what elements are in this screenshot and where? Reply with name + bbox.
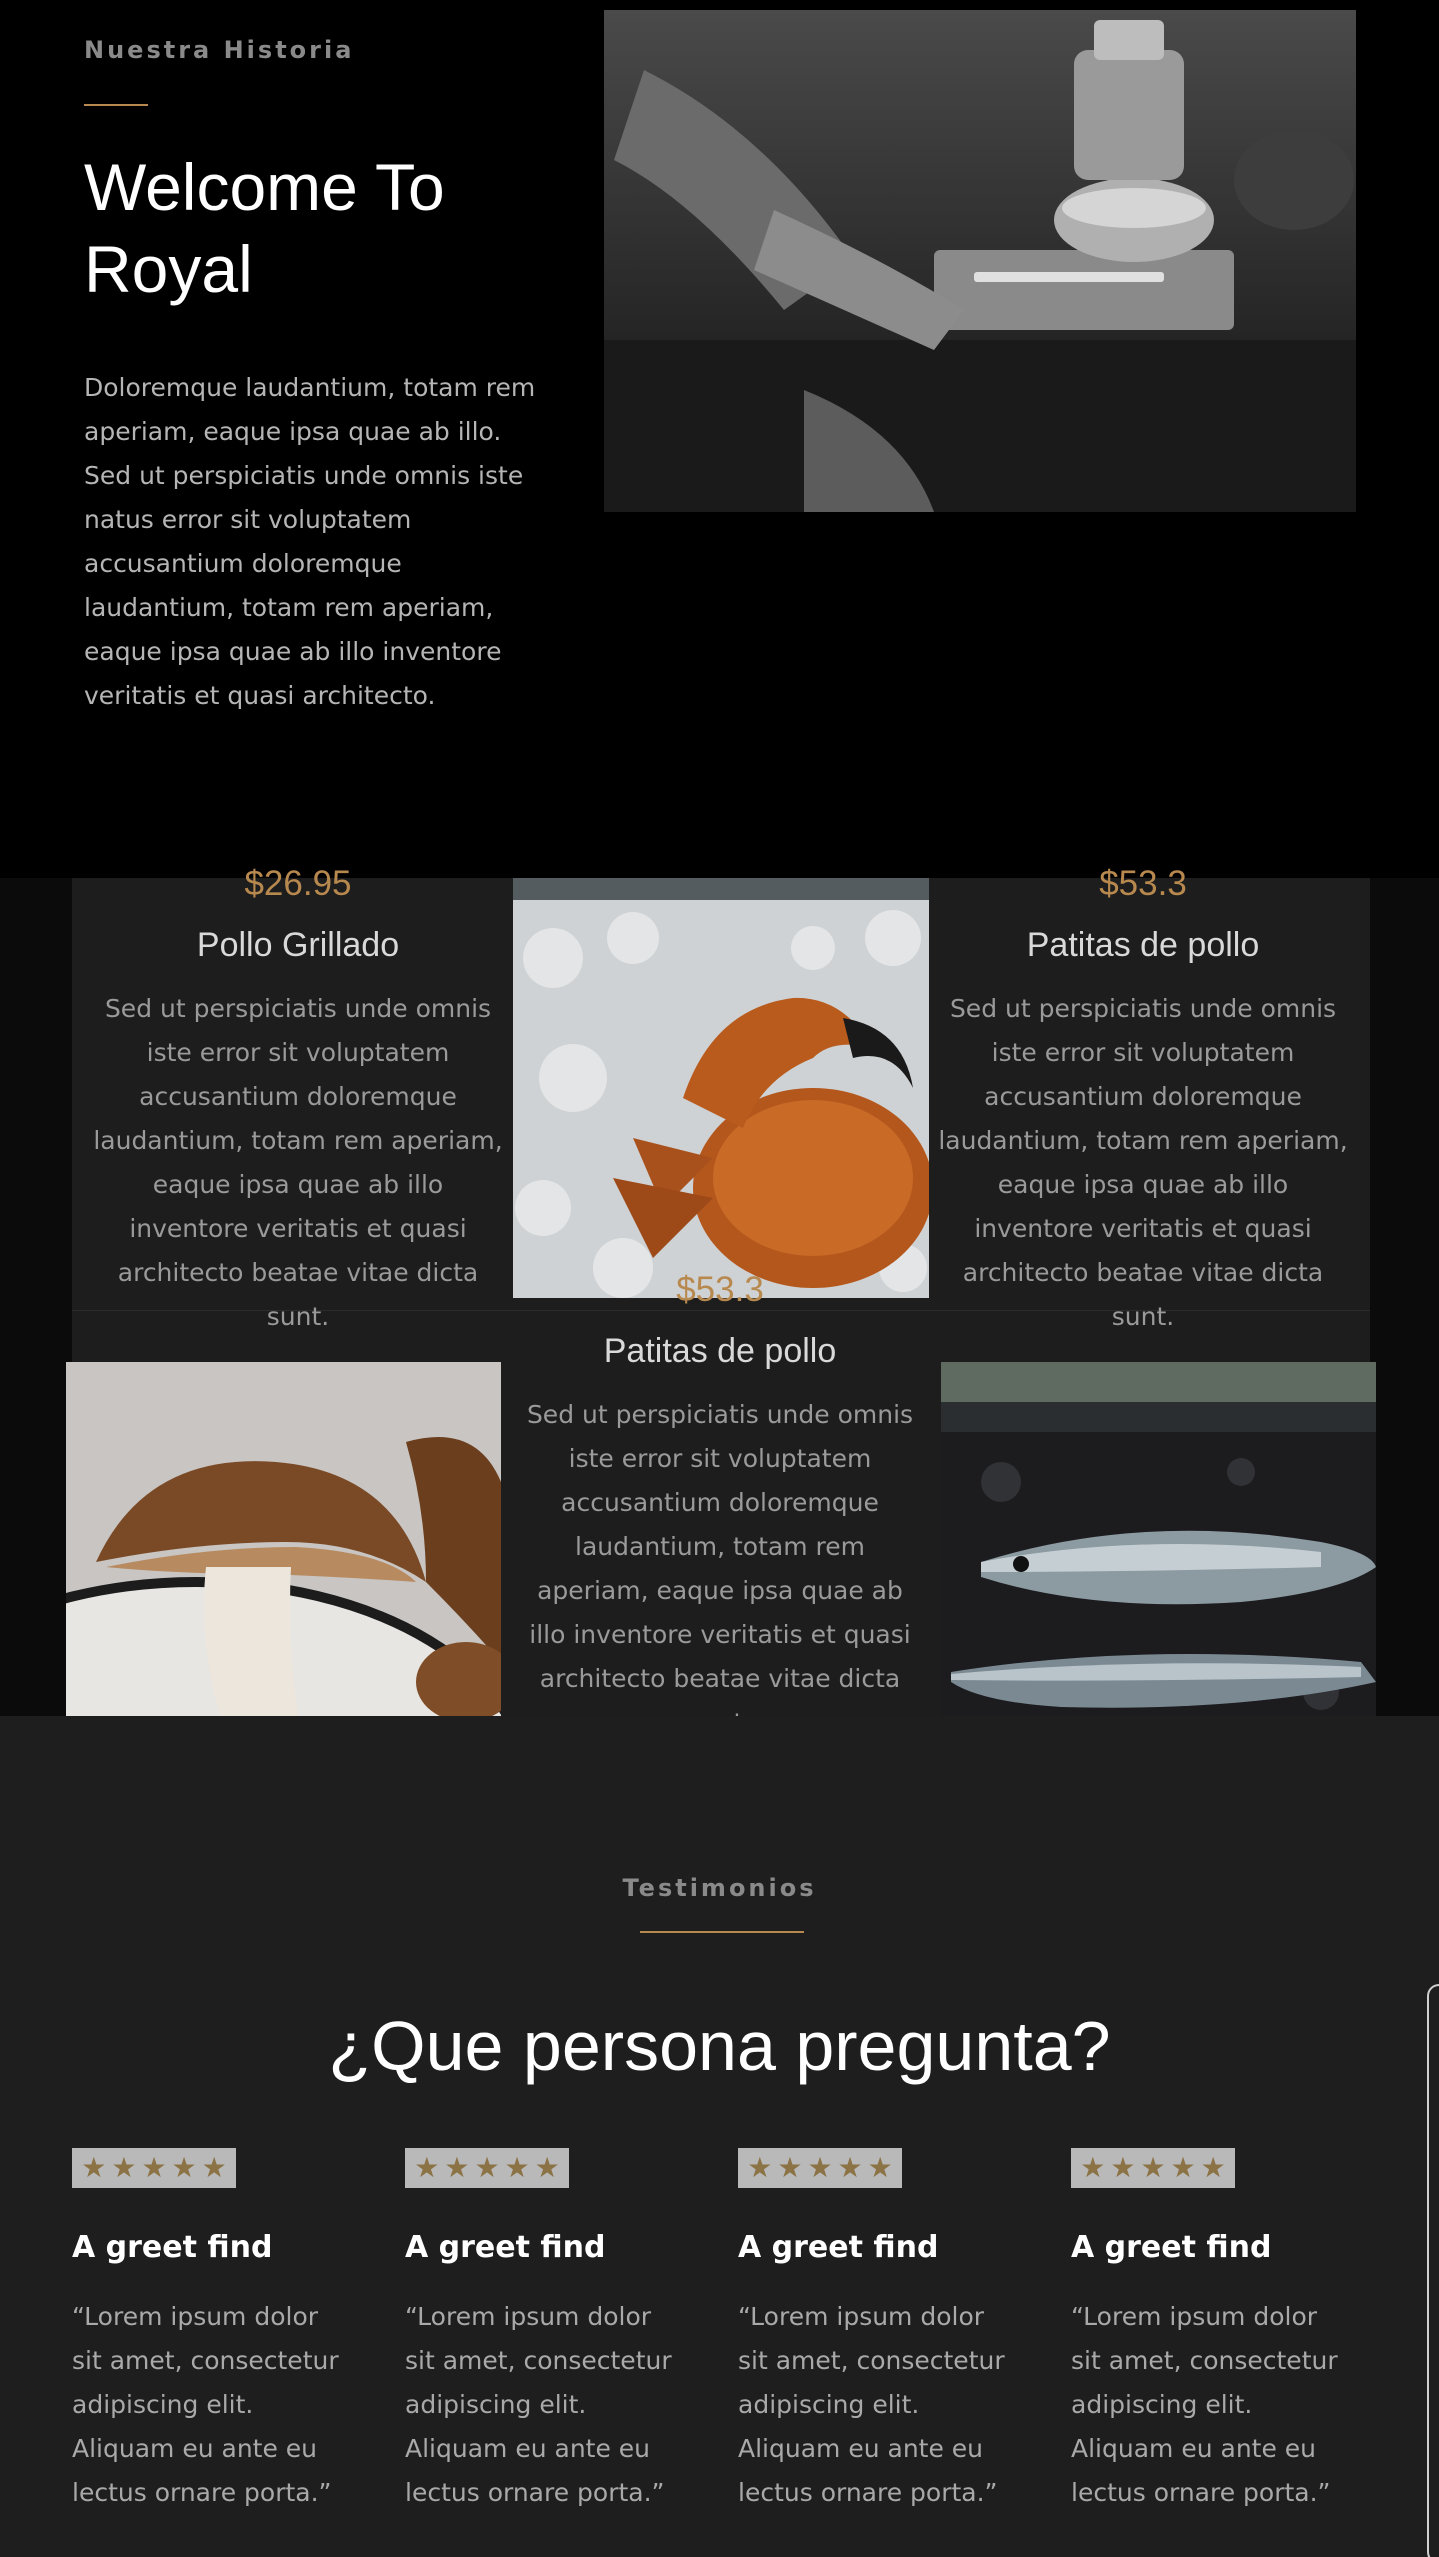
- star-icon: ★: [201, 2151, 227, 2184]
- item-name: Patitas de pollo: [603, 1332, 837, 1370]
- testimonial-card: ★ ★ ★ ★ ★ A greet find “Lorem ipsum dolo…: [738, 2148, 1018, 2515]
- testimonial-card: ★ ★ ★ ★ ★ A greet find “Lorem ipsum dolo…: [1071, 2148, 1351, 2515]
- star-icon: ★: [504, 2151, 530, 2184]
- item-price: $53.3: [676, 1270, 764, 1309]
- star-rating: ★ ★ ★ ★ ★: [72, 2148, 236, 2188]
- star-icon: ★: [171, 2151, 197, 2184]
- star-icon: ★: [141, 2151, 167, 2184]
- star-rating: ★ ★ ★ ★ ★: [405, 2148, 569, 2188]
- testimonial-title: A greet find: [405, 2230, 606, 2265]
- testimonial-quote: “Lorem ipsum dolor sit amet, consectetur…: [738, 2302, 1005, 2507]
- testimonial-title: A greet find: [1071, 2230, 1272, 2265]
- crab-photo: [513, 878, 929, 1298]
- star-icon: ★: [777, 2151, 803, 2184]
- item-name: Pollo Grillado: [196, 926, 400, 964]
- menu-item: $53.3 Patitas de pollo Sed ut perspiciat…: [935, 864, 1351, 1339]
- star-icon: ★: [1200, 2151, 1226, 2184]
- testimonial-title: A greet find: [72, 2230, 273, 2265]
- testimonial-card: ★ ★ ★ ★ ★ A greet find “Lorem ipsum dolo…: [72, 2148, 352, 2515]
- story-eyebrow: Nuestra Historia: [84, 36, 355, 64]
- star-icon: ★: [837, 2151, 863, 2184]
- item-description: Sed ut perspiciatis unde omnis iste erro…: [93, 994, 503, 1331]
- testimonial-quote: “Lorem ipsum dolor sit amet, consectetur…: [1071, 2302, 1338, 2507]
- testimonials-eyebrow: Testimonios: [622, 1874, 817, 1902]
- accent-divider: [84, 104, 148, 106]
- star-icon: ★: [807, 2151, 833, 2184]
- side-scroll-tab[interactable]: [1427, 1984, 1439, 2557]
- star-icon: ★: [444, 2151, 470, 2184]
- star-icon: ★: [414, 2151, 440, 2184]
- star-icon: ★: [867, 2151, 893, 2184]
- star-icon: ★: [474, 2151, 500, 2184]
- star-icon: ★: [111, 2151, 137, 2184]
- item-description: Sed ut perspiciatis unde omnis iste erro…: [938, 994, 1348, 1331]
- testimonial-quote: “Lorem ipsum dolor sit amet, consectetur…: [405, 2302, 672, 2507]
- star-icon: ★: [1110, 2151, 1136, 2184]
- accent-divider: [640, 1931, 804, 1933]
- testimonials-section: Testimonios ¿Que persona pregunta? ★ ★ ★…: [0, 1716, 1439, 2557]
- testimonials-title: ¿Que persona pregunta?: [328, 2007, 1111, 2085]
- testimonial-quote: “Lorem ipsum dolor sit amet, consectetur…: [72, 2302, 339, 2507]
- menu-item: $26.95 Pollo Grillado Sed ut perspiciati…: [90, 864, 506, 1339]
- item-price: $26.95: [244, 864, 352, 903]
- testimonial-title: A greet find: [738, 2230, 939, 2265]
- star-icon: ★: [534, 2151, 560, 2184]
- kitchen-photo: [604, 10, 1356, 512]
- star-icon: ★: [1170, 2151, 1196, 2184]
- star-icon: ★: [1080, 2151, 1106, 2184]
- star-rating: ★ ★ ★ ★ ★: [738, 2148, 902, 2188]
- story-section: Nuestra Historia Welcome To Royal Dolore…: [0, 0, 1439, 878]
- star-icon: ★: [1140, 2151, 1166, 2184]
- star-icon: ★: [747, 2151, 773, 2184]
- item-description: Sed ut perspiciatis unde omnis iste erro…: [526, 1400, 914, 1737]
- star-icon: ★: [81, 2151, 107, 2184]
- story-body: Doloremque laudantium, totam rem aperiam…: [84, 373, 536, 710]
- menu-item: $53.3 Patitas de pollo Sed ut perspiciat…: [520, 1270, 920, 1745]
- menu-section: $26.95 Pollo Grillado Sed ut perspiciati…: [0, 864, 1439, 1780]
- testimonial-card: ★ ★ ★ ★ ★ A greet find “Lorem ipsum dolo…: [405, 2148, 685, 2515]
- item-name: Patitas de pollo: [1026, 926, 1260, 964]
- story-title: Welcome To Royal: [84, 150, 445, 306]
- item-price: $53.3: [1099, 864, 1187, 903]
- star-rating: ★ ★ ★ ★ ★: [1071, 2148, 1235, 2188]
